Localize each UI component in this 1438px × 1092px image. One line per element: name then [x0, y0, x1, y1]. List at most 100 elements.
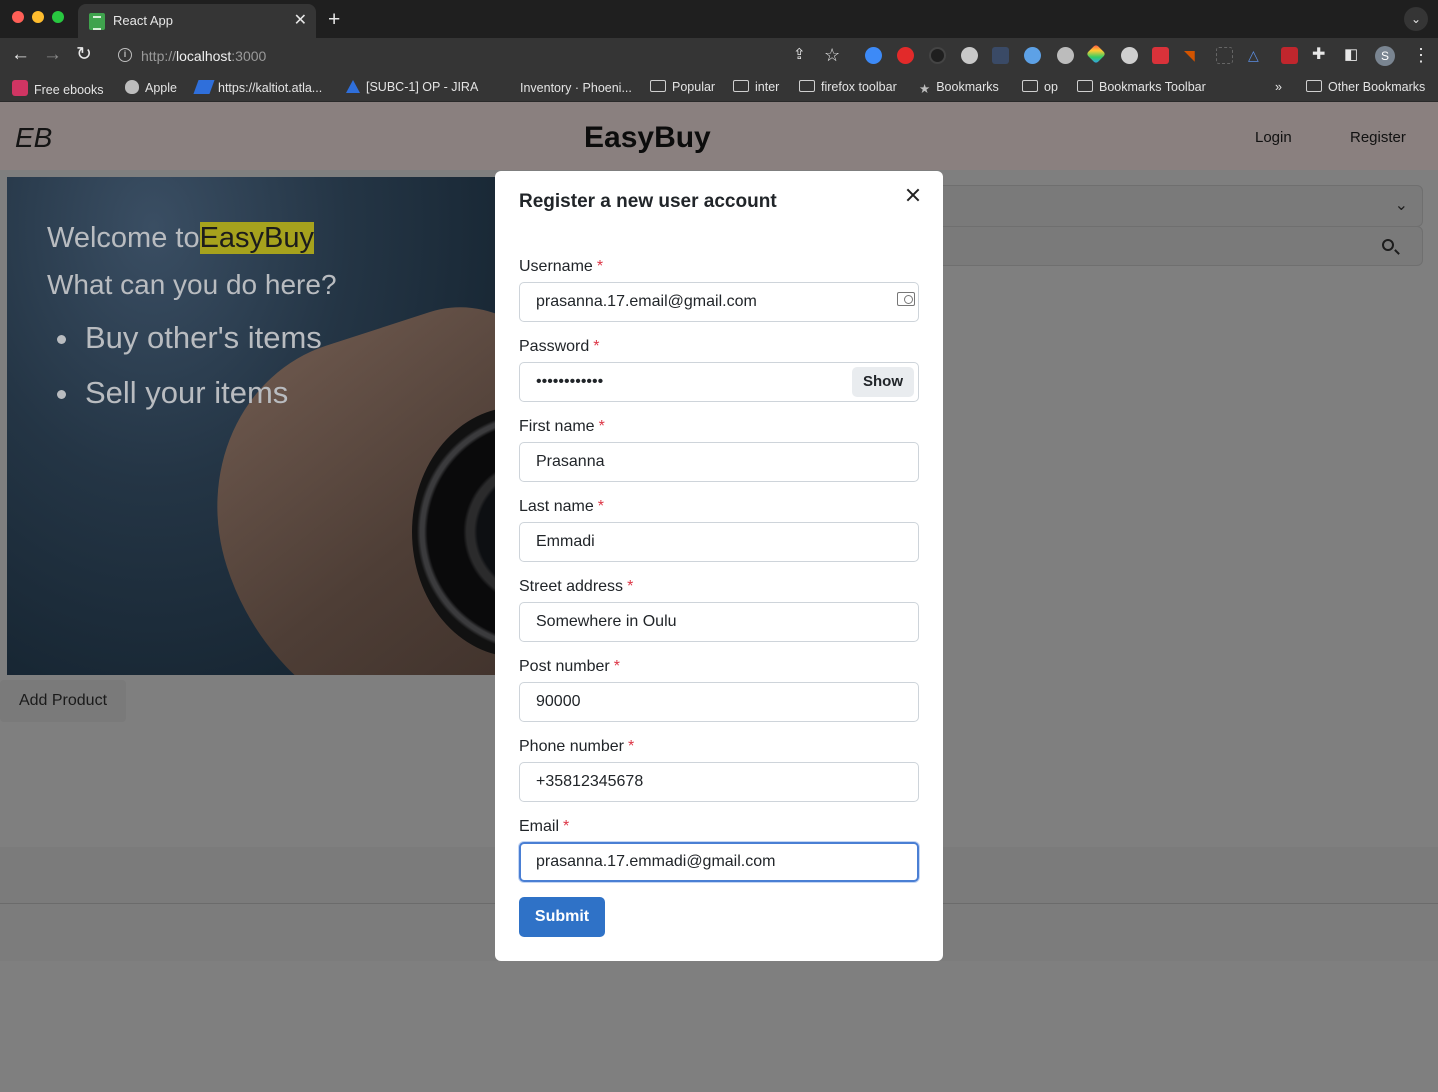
extension-bulb-icon[interactable] [961, 47, 978, 64]
first-name-input[interactable] [519, 442, 919, 482]
maximize-window-button[interactable] [52, 11, 64, 23]
extension-re-icon[interactable] [1281, 47, 1298, 64]
extension-dark-icon[interactable] [929, 47, 946, 64]
bookmark-label: Inventory · Phoeni... [520, 81, 632, 95]
folder-icon [1306, 80, 1322, 92]
hero-bullet-text: Buy other's items [85, 320, 322, 355]
phoenix-icon [498, 80, 514, 94]
new-tab-button[interactable]: + [328, 9, 340, 30]
street-address-label: Street address * [519, 578, 919, 602]
bookmark-folder[interactable]: firefox toolbar [799, 80, 897, 94]
bookmark-label: Bookmarks [936, 80, 999, 94]
bookmark-label: firefox toolbar [821, 80, 897, 94]
post-number-input[interactable] [519, 682, 919, 722]
password-label-text: Password [519, 338, 590, 355]
bookmark-folder[interactable]: Bookmarks Toolbar [1077, 80, 1206, 94]
phone-number-label-text: Phone number [519, 738, 624, 755]
register-modal: Register a new user account Username* Pa… [495, 171, 943, 961]
it-badge-icon [12, 80, 28, 96]
username-input[interactable] [519, 282, 919, 322]
show-password-button[interactable]: Show [852, 367, 914, 397]
app-navbar: EB EasyBuy Login Register [0, 102, 1438, 170]
bookmark-folder[interactable]: inter [733, 80, 779, 94]
required-marker: * [598, 418, 605, 435]
extension-dots-icon[interactable] [992, 47, 1009, 64]
extension-color-icon[interactable] [1086, 44, 1106, 64]
bookmark-folder[interactable]: Popular [650, 80, 715, 94]
browser-tab-active[interactable]: React App ✕ [78, 4, 316, 38]
tab-favicon-icon [89, 13, 105, 30]
bookmarks-overflow-button[interactable]: » [1275, 80, 1282, 94]
hero-title: Welcome toEasyBuy [47, 222, 315, 255]
profile-avatar[interactable]: S [1375, 46, 1395, 66]
extension-red-icon[interactable] [1152, 47, 1169, 64]
email-label: Email * [519, 818, 919, 842]
bookmark-label: Bookmarks Toolbar [1099, 80, 1206, 94]
hero-brand-highlight: EasyBuy [199, 222, 315, 254]
atlassian-icon [346, 80, 360, 93]
browser-toolbar: ← → ↻ i http://localhost:3000 ⇪ ☆ ◥ △ ✚ … [0, 38, 1438, 74]
register-link[interactable]: Register [1350, 129, 1406, 146]
chevron-down-icon: ⌄ [1394, 197, 1408, 214]
bookmark-item[interactable]: Apple [125, 80, 177, 95]
bookmark-item[interactable]: [SUBC-1] OP - JIRA [346, 80, 478, 94]
sidebar-toggle-icon[interactable]: ◧ [1344, 44, 1358, 66]
site-info-icon[interactable]: i [118, 48, 132, 62]
add-product-button[interactable]: Add Product [0, 680, 126, 722]
username-label-text: Username [519, 258, 593, 275]
login-link[interactable]: Login [1255, 129, 1292, 146]
tab-close-icon[interactable]: ✕ [294, 10, 307, 30]
star-icon: ★ [919, 82, 931, 96]
back-button[interactable]: ← [11, 44, 30, 66]
minimize-window-button[interactable] [32, 11, 44, 23]
street-address-field-group: Street address * [519, 578, 919, 642]
product-search-input[interactable] [943, 226, 1423, 266]
category-select[interactable]: ⌄ [943, 185, 1423, 227]
bookmark-label: inter [755, 80, 780, 94]
apple-icon [125, 80, 139, 94]
bookmark-item[interactable]: Free ebooks [12, 80, 103, 97]
email-label-text: Email [519, 818, 560, 835]
share-icon[interactable]: ⇪ [793, 44, 806, 66]
brand-short-logo[interactable]: EB [15, 122, 52, 154]
last-name-field-group: Last name * [519, 498, 919, 562]
tab-search-button[interactable]: ⌄ [1404, 7, 1428, 31]
extension-adblock-icon[interactable] [897, 47, 914, 64]
street-address-input[interactable] [519, 602, 919, 642]
other-bookmarks-folder[interactable]: Other Bookmarks [1306, 80, 1425, 94]
forward-button[interactable]: → [43, 44, 62, 66]
phone-number-input[interactable] [519, 762, 919, 802]
bookmark-label: Other Bookmarks [1328, 80, 1426, 94]
bookmark-folder[interactable]: op [1022, 80, 1058, 94]
close-icon[interactable] [903, 185, 923, 205]
password-manager-icon[interactable] [897, 292, 915, 306]
url-scheme: http:// [141, 48, 177, 64]
extension-owl-icon[interactable] [1024, 47, 1041, 64]
bookmark-item[interactable]: Inventory · Phoeni... [498, 80, 632, 95]
post-number-label-text: Post number [519, 658, 610, 675]
hero-subtitle: What can you do here? [47, 269, 337, 300]
bookmark-item[interactable]: ★ Bookmarks [919, 80, 999, 96]
rss-icon[interactable]: ◥ [1184, 47, 1201, 64]
close-window-button[interactable] [12, 11, 24, 23]
extension-crop-icon[interactable] [1216, 47, 1233, 64]
extension-gear-icon[interactable] [1121, 47, 1138, 64]
extension-triangle-icon[interactable]: △ [1248, 47, 1265, 64]
extensions-puzzle-icon[interactable]: ✚ [1312, 44, 1325, 66]
submit-button[interactable]: Submit [519, 897, 605, 937]
reload-button[interactable]: ↻ [76, 44, 92, 66]
search-icon[interactable] [1382, 239, 1394, 251]
browser-menu-icon[interactable]: ⋮ [1412, 43, 1430, 67]
required-marker: * [627, 738, 635, 755]
last-name-input[interactable] [519, 522, 919, 562]
bookmark-item[interactable]: https://kaltiot.atla... [193, 80, 323, 95]
address-bar[interactable]: http://localhost:3000 [141, 48, 266, 64]
extension-clock-icon[interactable] [865, 47, 882, 64]
email-field-group: Email * [519, 818, 919, 882]
username-field-group: Username * [519, 258, 919, 322]
extension-cookie-icon[interactable] [1057, 47, 1074, 64]
bookmark-label: https://kaltiot.atla... [218, 81, 323, 95]
bookmark-star-icon[interactable]: ☆ [824, 44, 840, 66]
folder-icon [1022, 80, 1038, 92]
email-input[interactable] [519, 842, 919, 882]
